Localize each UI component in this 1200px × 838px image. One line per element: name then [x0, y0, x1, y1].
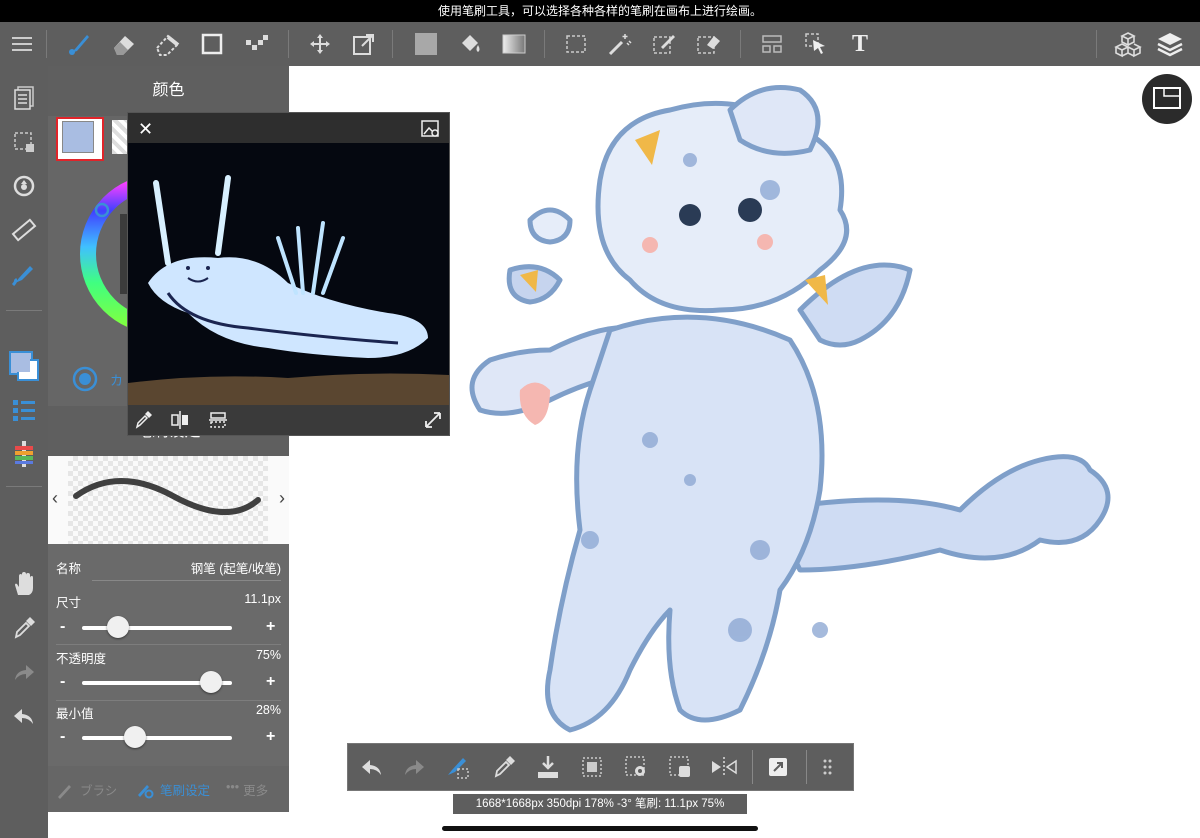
window-icon [1153, 87, 1181, 109]
name-value: 钢笔 (起笔/收笔) [190, 562, 281, 576]
tab-brush-label: ブラシ [80, 784, 118, 798]
size-plus-button[interactable]: + [266, 618, 275, 636]
current-color-swatch[interactable] [8, 350, 40, 382]
canvas-artwork[interactable] [440, 70, 1140, 750]
quick-brush-icon[interactable] [442, 751, 474, 783]
pages-icon[interactable] [8, 82, 40, 114]
tab-more[interactable]: ••• 更多 [226, 780, 268, 799]
color-palette-icon[interactable] [8, 438, 40, 470]
select-rect-icon[interactable] [560, 28, 592, 60]
snap-icon[interactable] [756, 28, 788, 60]
select-move-icon[interactable] [800, 28, 832, 60]
blur-eraser-icon[interactable] [152, 28, 184, 60]
tab-brush-settings-label: 笔刷设定 [160, 784, 211, 798]
more-dots-icon: ••• [226, 780, 240, 794]
ref-eyedropper-icon[interactable] [134, 411, 152, 429]
next-brush-icon[interactable]: › [279, 488, 285, 509]
opacity-label: 不透明度 [56, 652, 107, 666]
main-color-swatch[interactable] [56, 117, 104, 161]
materials-icon[interactable] [1112, 28, 1144, 60]
brush-properties: 名称 钢笔 (起笔/收笔) 尺寸 11.1px - + 不透明度 75% - +… [48, 544, 289, 766]
hand-icon[interactable] [8, 568, 40, 600]
quick-redo-icon[interactable] [398, 751, 430, 783]
min-value: 28% [255, 703, 281, 717]
quick-save-icon[interactable] [532, 751, 564, 783]
quick-select-all-icon[interactable] [576, 751, 608, 783]
size-value: 11.1px [244, 592, 281, 606]
reference-toolbar [128, 405, 449, 435]
fill-color-icon[interactable] [410, 28, 442, 60]
undo-icon[interactable] [8, 700, 40, 732]
canvas-status-bar: 1668*1668px 350dpi 178% -3° 笔刷: 11.1px 7… [453, 794, 747, 814]
tab-more-label: 更多 [243, 784, 269, 798]
brush-smoothing-icon[interactable] [8, 258, 40, 290]
eraser-icon[interactable] [108, 28, 140, 60]
reference-window[interactable]: ✕ [127, 112, 450, 436]
flip-horizontal-icon[interactable] [170, 410, 190, 430]
quick-flip-icon[interactable] [708, 751, 740, 783]
quick-select-clear-icon[interactable] [664, 751, 696, 783]
quick-undo-icon[interactable] [356, 751, 388, 783]
quick-expand-icon[interactable] [762, 751, 794, 783]
home-indicator [442, 826, 758, 831]
min-slider-knob[interactable] [123, 726, 146, 748]
transform-icon[interactable] [348, 28, 380, 60]
move-icon[interactable] [304, 28, 336, 60]
panel-bottom-tabs: ブラシ 笔刷设定 ••• 更多 [48, 766, 289, 812]
tool-hint-banner: 使用笔刷工具，可以选择各种各样的笔刷在画布上进行绘画。 [0, 0, 1200, 22]
tab-brush[interactable]: ブラシ [56, 780, 117, 799]
rectangle-icon[interactable] [196, 28, 228, 60]
flip-vertical-icon[interactable] [208, 410, 228, 430]
sub-color-swatch[interactable] [112, 120, 128, 154]
bucket-icon[interactable] [454, 28, 486, 60]
stroke-preview: ‹ › [48, 456, 289, 544]
min-plus-button[interactable]: + [266, 728, 275, 746]
brush-list-icon[interactable] [8, 394, 40, 426]
magic-wand-icon[interactable] [604, 28, 636, 60]
top-toolbar: T [0, 22, 1200, 66]
opacity-minus-button[interactable]: - [60, 673, 65, 691]
opacity-value: 75% [255, 648, 281, 662]
quick-access-bar [347, 743, 854, 791]
select-pen-icon[interactable] [648, 28, 680, 60]
rotate-canvas-icon[interactable] [8, 170, 40, 202]
image-search-icon[interactable] [421, 119, 441, 144]
color-panel-title: 颜色 [48, 66, 289, 116]
prev-brush-icon[interactable]: ‹ [52, 488, 58, 509]
size-label: 尺寸 [56, 596, 82, 610]
dot-brush-icon[interactable] [240, 28, 272, 60]
name-label: 名称 [56, 562, 82, 576]
brush-icon[interactable] [64, 28, 96, 60]
size-slider[interactable] [82, 626, 232, 630]
color-mode-icon[interactable] [72, 366, 98, 392]
left-tool-rail [0, 66, 48, 838]
opacity-plus-button[interactable]: + [266, 673, 275, 691]
min-label: 最小值 [56, 707, 94, 721]
opacity-slider-knob[interactable] [200, 671, 222, 693]
menu-icon[interactable] [6, 28, 38, 60]
reference-image [128, 143, 449, 405]
size-minus-button[interactable]: - [60, 618, 65, 636]
view-mode-button[interactable] [1142, 74, 1192, 124]
resize-icon[interactable] [423, 410, 443, 430]
quick-customize-icon[interactable] [814, 751, 846, 783]
color-mode-label: カ [110, 373, 124, 388]
layers-icon[interactable] [1154, 28, 1186, 60]
text-icon[interactable]: T [844, 28, 876, 60]
redo-icon[interactable] [8, 656, 40, 688]
tab-brush-settings[interactable]: 笔刷设定 [136, 780, 210, 799]
min-minus-button[interactable]: - [60, 728, 65, 746]
brush-tab-icon [58, 784, 71, 799]
size-slider-knob[interactable] [107, 616, 129, 638]
close-icon[interactable]: ✕ [138, 119, 153, 140]
eyedropper-icon[interactable] [8, 612, 40, 644]
select-eraser-icon[interactable] [692, 28, 724, 60]
quick-eyedropper-icon[interactable] [488, 751, 520, 783]
selection-display-icon[interactable] [8, 126, 40, 158]
quick-select-settings-icon[interactable] [620, 751, 652, 783]
gradient-icon[interactable] [498, 28, 530, 60]
brush-settings-tab-icon [138, 784, 154, 798]
min-slider[interactable] [82, 736, 232, 740]
ruler-icon[interactable] [8, 214, 40, 246]
